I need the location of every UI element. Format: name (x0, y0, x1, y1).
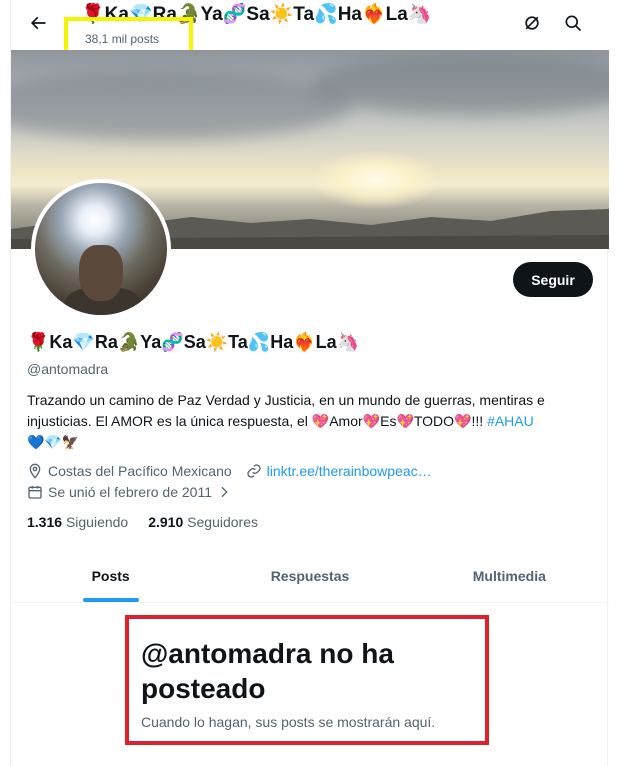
empty-state-title: @antomadra no ha posteado (141, 638, 394, 704)
tab-posts[interactable]: Posts (11, 550, 210, 602)
joined-text: Se unió el febrero de 2011 (48, 484, 212, 500)
bio: Trazando un camino de Paz Verdad y Justi… (27, 390, 597, 453)
joined-row[interactable]: Se unió el febrero de 2011 (27, 484, 237, 500)
follow-button[interactable]: Seguir (513, 262, 593, 297)
grok-button[interactable] (517, 10, 547, 40)
active-tab-indicator (82, 598, 139, 602)
calendar-icon (27, 484, 43, 500)
tab-media[interactable]: Multimedia (410, 550, 609, 602)
link-icon (246, 463, 262, 479)
profile-page: 🌹Ka💎Ra🐊Ya🧬Sa☀️Ta💦Ha❤️‍🔥La🦄 38,1 mil post… (10, 0, 609, 766)
followers-link[interactable]: 2.910 Seguidores (148, 514, 258, 530)
tab-posts-label: Posts (91, 568, 130, 584)
tab-media-label: Multimedia (472, 568, 546, 584)
back-button[interactable] (23, 10, 53, 40)
top-bar: 🌹Ka💎Ra🐊Ya🧬Sa☀️Ta💦Ha❤️‍🔥La🦄 38,1 mil post… (11, 0, 609, 70)
bio-text: Trazando un camino de Paz Verdad y Justi… (27, 392, 545, 429)
search-icon (563, 13, 583, 38)
follow-counts: 1.316 Siguiendo 2.910 Seguidores (27, 514, 258, 530)
slashed-circle-icon (522, 13, 542, 38)
empty-state-subtitle: Cuando lo hagan, sus posts se mostrarán … (141, 714, 436, 730)
tab-replies-label: Respuestas (270, 568, 350, 584)
location-text: Costas del Pacífico Mexicano (48, 463, 232, 479)
bio-emoji-tail: 💙💎🦅 (27, 434, 80, 450)
following-link[interactable]: 1.316 Siguiendo (27, 514, 128, 530)
bio-hashtag-link[interactable]: #AHAU (487, 413, 534, 429)
following-count: 1.316 (27, 514, 63, 530)
following-label: Siguiendo (65, 514, 129, 530)
profile-tabs: Posts Respuestas Multimedia (11, 550, 609, 603)
location-row: Costas del Pacífico Mexicano linktr.ee/t… (27, 463, 432, 479)
display-name: 🌹Ka💎Ra🐊Ya🧬Sa☀️Ta💦Ha❤️‍🔥La🦄 (27, 332, 360, 352)
website-link[interactable]: linktr.ee/therainbowpeac… (267, 463, 432, 479)
arrow-left-icon (28, 13, 48, 38)
location-pin-icon (27, 463, 43, 479)
handle: @antomadra (27, 361, 109, 377)
avatar[interactable] (31, 179, 171, 319)
followers-label: Seguidores (187, 514, 258, 530)
search-button[interactable] (558, 10, 588, 40)
followers-count: 2.910 (148, 514, 184, 530)
tab-replies[interactable]: Respuestas (210, 550, 409, 602)
chevron-right-icon (216, 484, 232, 500)
